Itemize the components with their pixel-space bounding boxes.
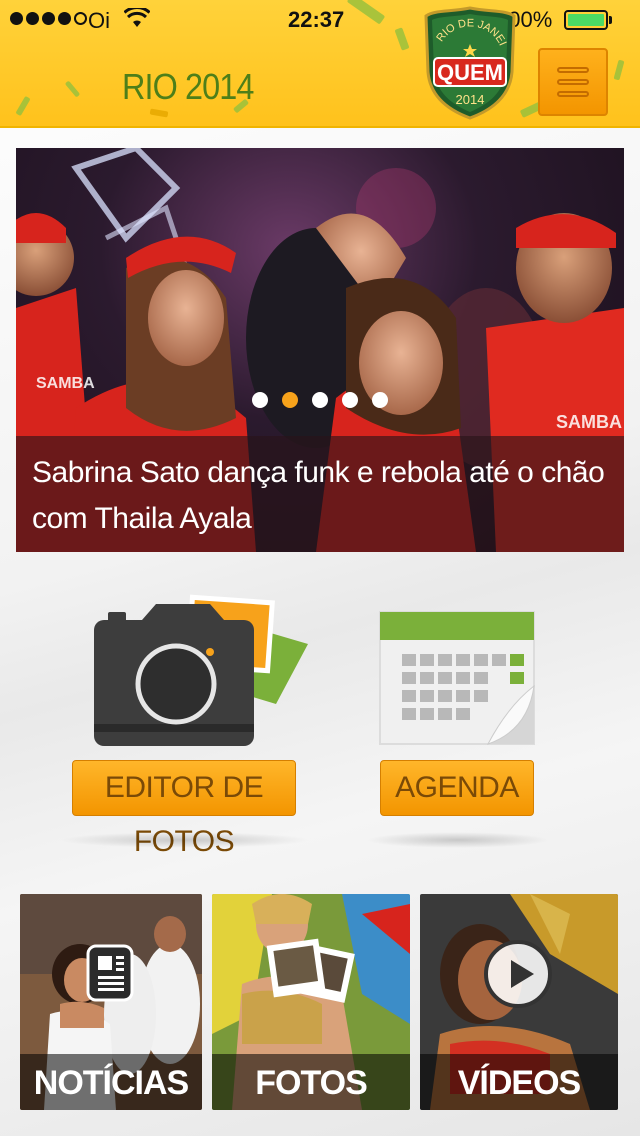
camera-icon[interactable]	[90, 594, 312, 750]
pagination-dot[interactable]	[342, 392, 358, 408]
page-title: RIO 2014	[122, 66, 254, 107]
videos-tile-label: VÍDEOS	[420, 1054, 618, 1110]
pagination-dot[interactable]	[252, 392, 268, 408]
play-icon	[484, 940, 552, 1008]
menu-button[interactable]	[538, 48, 608, 116]
videos-tile[interactable]: VÍDEOS	[420, 894, 618, 1110]
pagination-dot[interactable]	[312, 392, 328, 408]
pagination-dot[interactable]	[372, 392, 388, 408]
photos-icon	[266, 938, 355, 1003]
carousel-caption-box[interactable]: Sabrina Sato dança funk e rebola até o c…	[16, 436, 624, 552]
app-header: Oi 22:37 100% RIO 2014 RIO DE JANEIRO QU…	[0, 0, 640, 128]
agenda-button[interactable]: AGENDA	[380, 760, 534, 816]
carrier-name: Oi	[88, 8, 110, 33]
status-bar: Oi 22:37 100%	[0, 0, 640, 40]
photos-tile[interactable]: FOTOS	[212, 894, 410, 1110]
photos-tile-label: FOTOS	[212, 1054, 410, 1110]
pagination-dot-active[interactable]	[282, 392, 298, 408]
confetti-decoration	[149, 108, 169, 118]
news-carousel[interactable]: SAMBA SAMBA Sabrina Sato dança funk e re…	[16, 148, 624, 552]
battery-tip	[609, 16, 612, 24]
svg-text:SAMBA: SAMBA	[556, 412, 622, 432]
confetti-decoration	[15, 95, 31, 117]
hamburger-line	[557, 67, 589, 73]
wifi-icon	[124, 8, 150, 27]
battery-icon	[564, 10, 608, 30]
confetti-decoration	[613, 59, 625, 81]
button-shadow	[366, 832, 550, 848]
quem-rio-logo: RIO DE JANEIRO QUEM 2014	[424, 6, 516, 120]
svg-text:SAMBA: SAMBA	[36, 375, 95, 392]
news-tile[interactable]: NOTÍCIAS	[20, 894, 202, 1110]
carousel-pagination	[252, 392, 388, 408]
news-tile-label: NOTÍCIAS	[20, 1054, 202, 1110]
signal-strength-icon	[10, 12, 87, 25]
newspaper-icon	[86, 944, 134, 1002]
badge-brand: QUEM	[437, 60, 503, 85]
button-shadow	[60, 832, 310, 848]
confetti-decoration	[64, 80, 81, 98]
clock: 22:37	[288, 7, 345, 32]
badge-year: 2014	[456, 92, 485, 107]
carousel-caption: Sabrina Sato dança funk e rebola até o c…	[32, 456, 605, 535]
photo-editor-button[interactable]: EDITOR DE FOTOS	[72, 760, 296, 858]
calendar-icon[interactable]	[378, 610, 536, 746]
hamburger-line	[557, 91, 589, 97]
hamburger-line	[557, 79, 589, 85]
